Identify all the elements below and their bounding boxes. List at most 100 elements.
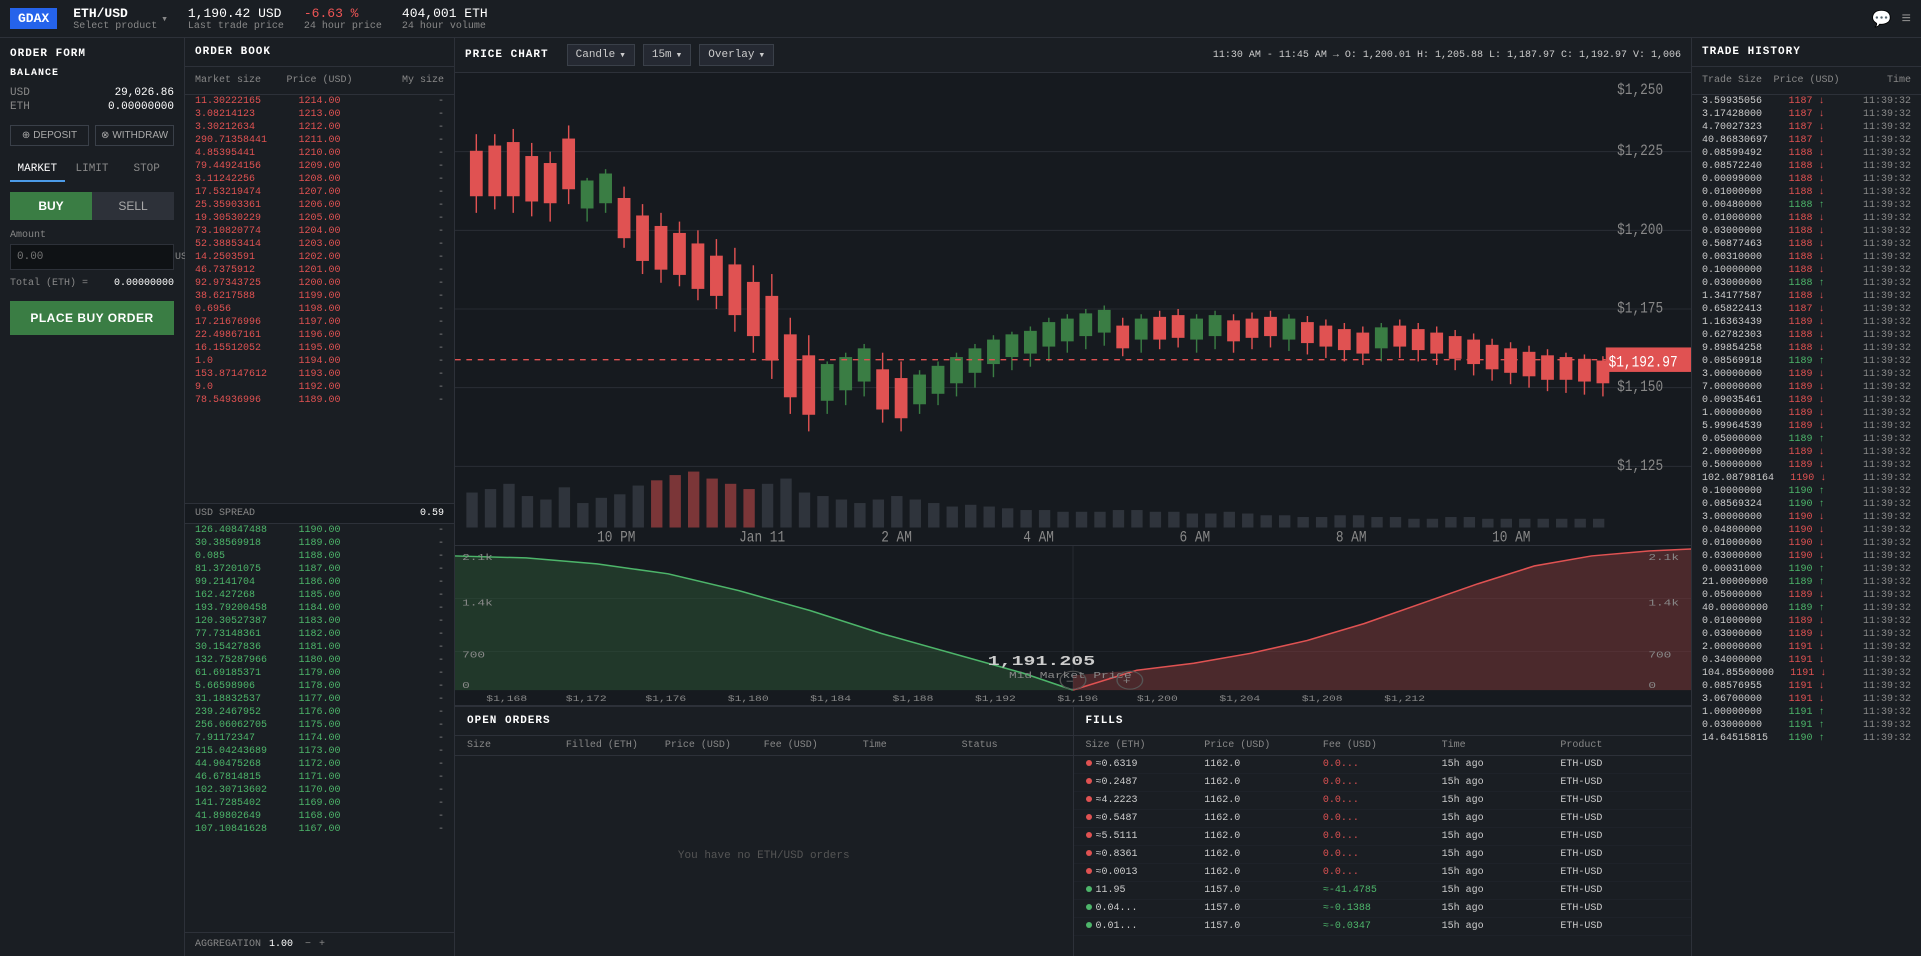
overlay-control[interactable]: Overlay ▾ xyxy=(699,44,774,66)
deposit-button[interactable]: ⊕ DEPOSIT xyxy=(10,125,89,146)
order-book-ask-row[interactable]: 79.44924156 1209.00 - xyxy=(185,160,454,173)
trade-history-row[interactable]: 0.10000000 1190 ↑ 11:39:32 xyxy=(1692,485,1921,498)
trade-history-row[interactable]: 0.01000000 1189 ↓ 11:39:32 xyxy=(1692,615,1921,628)
order-book-ask-row[interactable]: 25.35903361 1206.00 - xyxy=(185,199,454,212)
order-book-bid-row[interactable]: 0.085 1188.00 - xyxy=(185,550,454,563)
order-book-ask-row[interactable]: 73.10820774 1204.00 - xyxy=(185,225,454,238)
order-book-bid-row[interactable]: 30.38569918 1189.00 - xyxy=(185,537,454,550)
trade-history-row[interactable]: 0.62782303 1188 ↓ 11:39:32 xyxy=(1692,329,1921,342)
trade-history-row[interactable]: 1.00000000 1189 ↓ 11:39:32 xyxy=(1692,407,1921,420)
order-book-ask-row[interactable]: 290.71358441 1211.00 - xyxy=(185,134,454,147)
order-book-ask-row[interactable]: 14.2503591 1202.00 - xyxy=(185,251,454,264)
trade-history-row[interactable]: 40.86830697 1187 ↓ 11:39:32 xyxy=(1692,134,1921,147)
trade-history-row[interactable]: 0.04800000 1190 ↓ 11:39:32 xyxy=(1692,524,1921,537)
trade-history-row[interactable]: 0.01000000 1188 ↓ 11:39:32 xyxy=(1692,212,1921,225)
trade-history-row[interactable]: 0.00099000 1188 ↓ 11:39:32 xyxy=(1692,173,1921,186)
pair-selector[interactable]: ETH/USD Select product ▾ xyxy=(73,6,168,32)
order-book-ask-row[interactable]: 78.54936996 1189.00 - xyxy=(185,394,454,407)
trade-history-row[interactable]: 0.00480000 1188 ↑ 11:39:32 xyxy=(1692,199,1921,212)
order-book-bid-row[interactable]: 81.37201075 1187.00 - xyxy=(185,563,454,576)
trade-history-row[interactable]: 0.03000000 1189 ↓ 11:39:32 xyxy=(1692,628,1921,641)
trade-history-row[interactable]: 0.34000000 1191 ↓ 11:39:32 xyxy=(1692,654,1921,667)
trade-history-row[interactable]: 4.70027323 1187 ↓ 11:39:32 xyxy=(1692,121,1921,134)
trade-history-row[interactable]: 0.03000000 1188 ↑ 11:39:32 xyxy=(1692,277,1921,290)
order-book-ask-row[interactable]: 0.6956 1198.00 - xyxy=(185,303,454,316)
order-book-bid-row[interactable]: 102.30713602 1170.00 - xyxy=(185,784,454,797)
order-book-ask-row[interactable]: 19.30530229 1205.00 - xyxy=(185,212,454,225)
order-book-ask-row[interactable]: 3.08214123 1213.00 - xyxy=(185,108,454,121)
trade-history-row[interactable]: 9.89854258 1188 ↓ 11:39:32 xyxy=(1692,342,1921,355)
order-book-bid-row[interactable]: 44.90475268 1172.00 - xyxy=(185,758,454,771)
timeframe-control[interactable]: 15m ▾ xyxy=(643,44,691,66)
order-book-bid-row[interactable]: 77.73148361 1182.00 - xyxy=(185,628,454,641)
order-book-ask-row[interactable]: 17.53219474 1207.00 - xyxy=(185,186,454,199)
order-book-ask-row[interactable]: 153.87147612 1193.00 - xyxy=(185,368,454,381)
order-book-bid-row[interactable]: 30.15427836 1181.00 - xyxy=(185,641,454,654)
order-book-bid-row[interactable]: 5.66598906 1178.00 - xyxy=(185,680,454,693)
trade-history-row[interactable]: 1.16363439 1189 ↓ 11:39:32 xyxy=(1692,316,1921,329)
aggregation-plus[interactable]: + xyxy=(315,938,329,951)
trade-history-row[interactable]: 0.05000000 1189 ↓ 11:39:32 xyxy=(1692,589,1921,602)
order-book-bid-row[interactable]: 41.89802649 1168.00 - xyxy=(185,810,454,823)
order-book-bid-row[interactable]: 193.79200458 1184.00 - xyxy=(185,602,454,615)
trade-history-row[interactable]: 14.64515815 1190 ↑ 11:39:32 xyxy=(1692,732,1921,745)
order-book-bid-row[interactable]: 120.30527387 1183.00 - xyxy=(185,615,454,628)
order-book-ask-row[interactable]: 38.6217588 1199.00 - xyxy=(185,290,454,303)
order-book-ask-row[interactable]: 3.11242256 1208.00 - xyxy=(185,173,454,186)
trade-history-row[interactable]: 0.09035461 1189 ↓ 11:39:32 xyxy=(1692,394,1921,407)
trade-history-row[interactable]: 102.08798164 1190 ↓ 11:39:32 xyxy=(1692,472,1921,485)
trade-history-row[interactable]: 0.08569324 1190 ↑ 11:39:32 xyxy=(1692,498,1921,511)
order-book-ask-row[interactable]: 92.97343725 1200.00 - xyxy=(185,277,454,290)
trade-history-row[interactable]: 0.08569918 1189 ↑ 11:39:32 xyxy=(1692,355,1921,368)
trade-history-row[interactable]: 3.17428000 1187 ↓ 11:39:32 xyxy=(1692,108,1921,121)
trade-history-row[interactable]: 0.01000000 1190 ↓ 11:39:32 xyxy=(1692,537,1921,550)
sell-button[interactable]: SELL xyxy=(92,192,174,220)
trade-history-row[interactable]: 3.06700000 1191 ↓ 11:39:32 xyxy=(1692,693,1921,706)
trade-history-row[interactable]: 3.59935056 1187 ↓ 11:39:32 xyxy=(1692,95,1921,108)
buy-button[interactable]: BUY xyxy=(10,192,92,220)
trade-history-row[interactable]: 0.03000000 1190 ↓ 11:39:32 xyxy=(1692,550,1921,563)
trade-history-row[interactable]: 2.00000000 1191 ↓ 11:39:32 xyxy=(1692,641,1921,654)
trade-history-row[interactable]: 0.08599492 1188 ↓ 11:39:32 xyxy=(1692,147,1921,160)
chat-icon[interactable]: 💬 xyxy=(1871,9,1891,29)
order-book-ask-row[interactable]: 4.85395441 1210.00 - xyxy=(185,147,454,160)
tab-limit[interactable]: LIMIT xyxy=(65,158,120,182)
menu-icon[interactable]: ≡ xyxy=(1901,10,1911,28)
pair-dropdown-icon[interactable]: ▾ xyxy=(161,12,168,26)
place-order-button[interactable]: PLACE BUY ORDER xyxy=(10,301,174,335)
trade-history-row[interactable]: 1.34177587 1188 ↓ 11:39:32 xyxy=(1692,290,1921,303)
trade-history-row[interactable]: 0.00310000 1188 ↓ 11:39:32 xyxy=(1692,251,1921,264)
order-book-bid-row[interactable]: 107.10841628 1167.00 - xyxy=(185,823,454,836)
trade-history-row[interactable]: 3.00000000 1189 ↓ 11:39:32 xyxy=(1692,368,1921,381)
order-book-bid-row[interactable]: 46.67814815 1171.00 - xyxy=(185,771,454,784)
order-book-ask-row[interactable]: 17.21676996 1197.00 - xyxy=(185,316,454,329)
order-book-ask-row[interactable]: 11.30222165 1214.00 - xyxy=(185,95,454,108)
trade-history-row[interactable]: 21.00000000 1189 ↑ 11:39:32 xyxy=(1692,576,1921,589)
order-book-ask-row[interactable]: 22.49867161 1196.00 - xyxy=(185,329,454,342)
trade-history-row[interactable]: 0.00031000 1190 ↑ 11:39:32 xyxy=(1692,563,1921,576)
order-book-bid-row[interactable]: 7.91172347 1174.00 - xyxy=(185,732,454,745)
order-book-ask-row[interactable]: 46.7375912 1201.00 - xyxy=(185,264,454,277)
withdraw-button[interactable]: ⊗ WITHDRAW xyxy=(95,125,174,146)
amount-input[interactable] xyxy=(11,245,169,269)
order-book-ask-row[interactable]: 9.0 1192.00 - xyxy=(185,381,454,394)
order-book-ask-row[interactable]: 3.30212634 1212.00 - xyxy=(185,121,454,134)
trade-history-row[interactable]: 0.50000000 1189 ↓ 11:39:32 xyxy=(1692,459,1921,472)
aggregation-minus[interactable]: − xyxy=(301,938,315,951)
trade-history-row[interactable]: 3.00000000 1190 ↓ 11:39:32 xyxy=(1692,511,1921,524)
tab-stop[interactable]: STOP xyxy=(119,158,174,182)
trade-history-row[interactable]: 0.01000000 1188 ↓ 11:39:32 xyxy=(1692,186,1921,199)
order-book-ask-row[interactable]: 1.0 1194.00 - xyxy=(185,355,454,368)
order-book-bid-row[interactable]: 256.06062705 1175.00 - xyxy=(185,719,454,732)
order-book-ask-row[interactable]: 16.15512052 1195.00 - xyxy=(185,342,454,355)
trade-history-row[interactable]: 104.85500000 1191 ↓ 11:39:32 xyxy=(1692,667,1921,680)
order-book-bid-row[interactable]: 132.75287966 1180.00 - xyxy=(185,654,454,667)
order-book-bid-row[interactable]: 126.40847488 1190.00 - xyxy=(185,524,454,537)
trade-history-row[interactable]: 0.65822413 1187 ↓ 11:39:32 xyxy=(1692,303,1921,316)
order-book-bid-row[interactable]: 61.69185371 1179.00 - xyxy=(185,667,454,680)
trade-history-row[interactable]: 0.08572240 1188 ↓ 11:39:32 xyxy=(1692,160,1921,173)
trade-history-row[interactable]: 0.10000000 1188 ↓ 11:39:32 xyxy=(1692,264,1921,277)
trade-history-row[interactable]: 0.05000000 1189 ↑ 11:39:32 xyxy=(1692,433,1921,446)
order-book-bid-row[interactable]: 215.04243689 1173.00 - xyxy=(185,745,454,758)
order-book-bid-row[interactable]: 31.18832537 1177.00 - xyxy=(185,693,454,706)
